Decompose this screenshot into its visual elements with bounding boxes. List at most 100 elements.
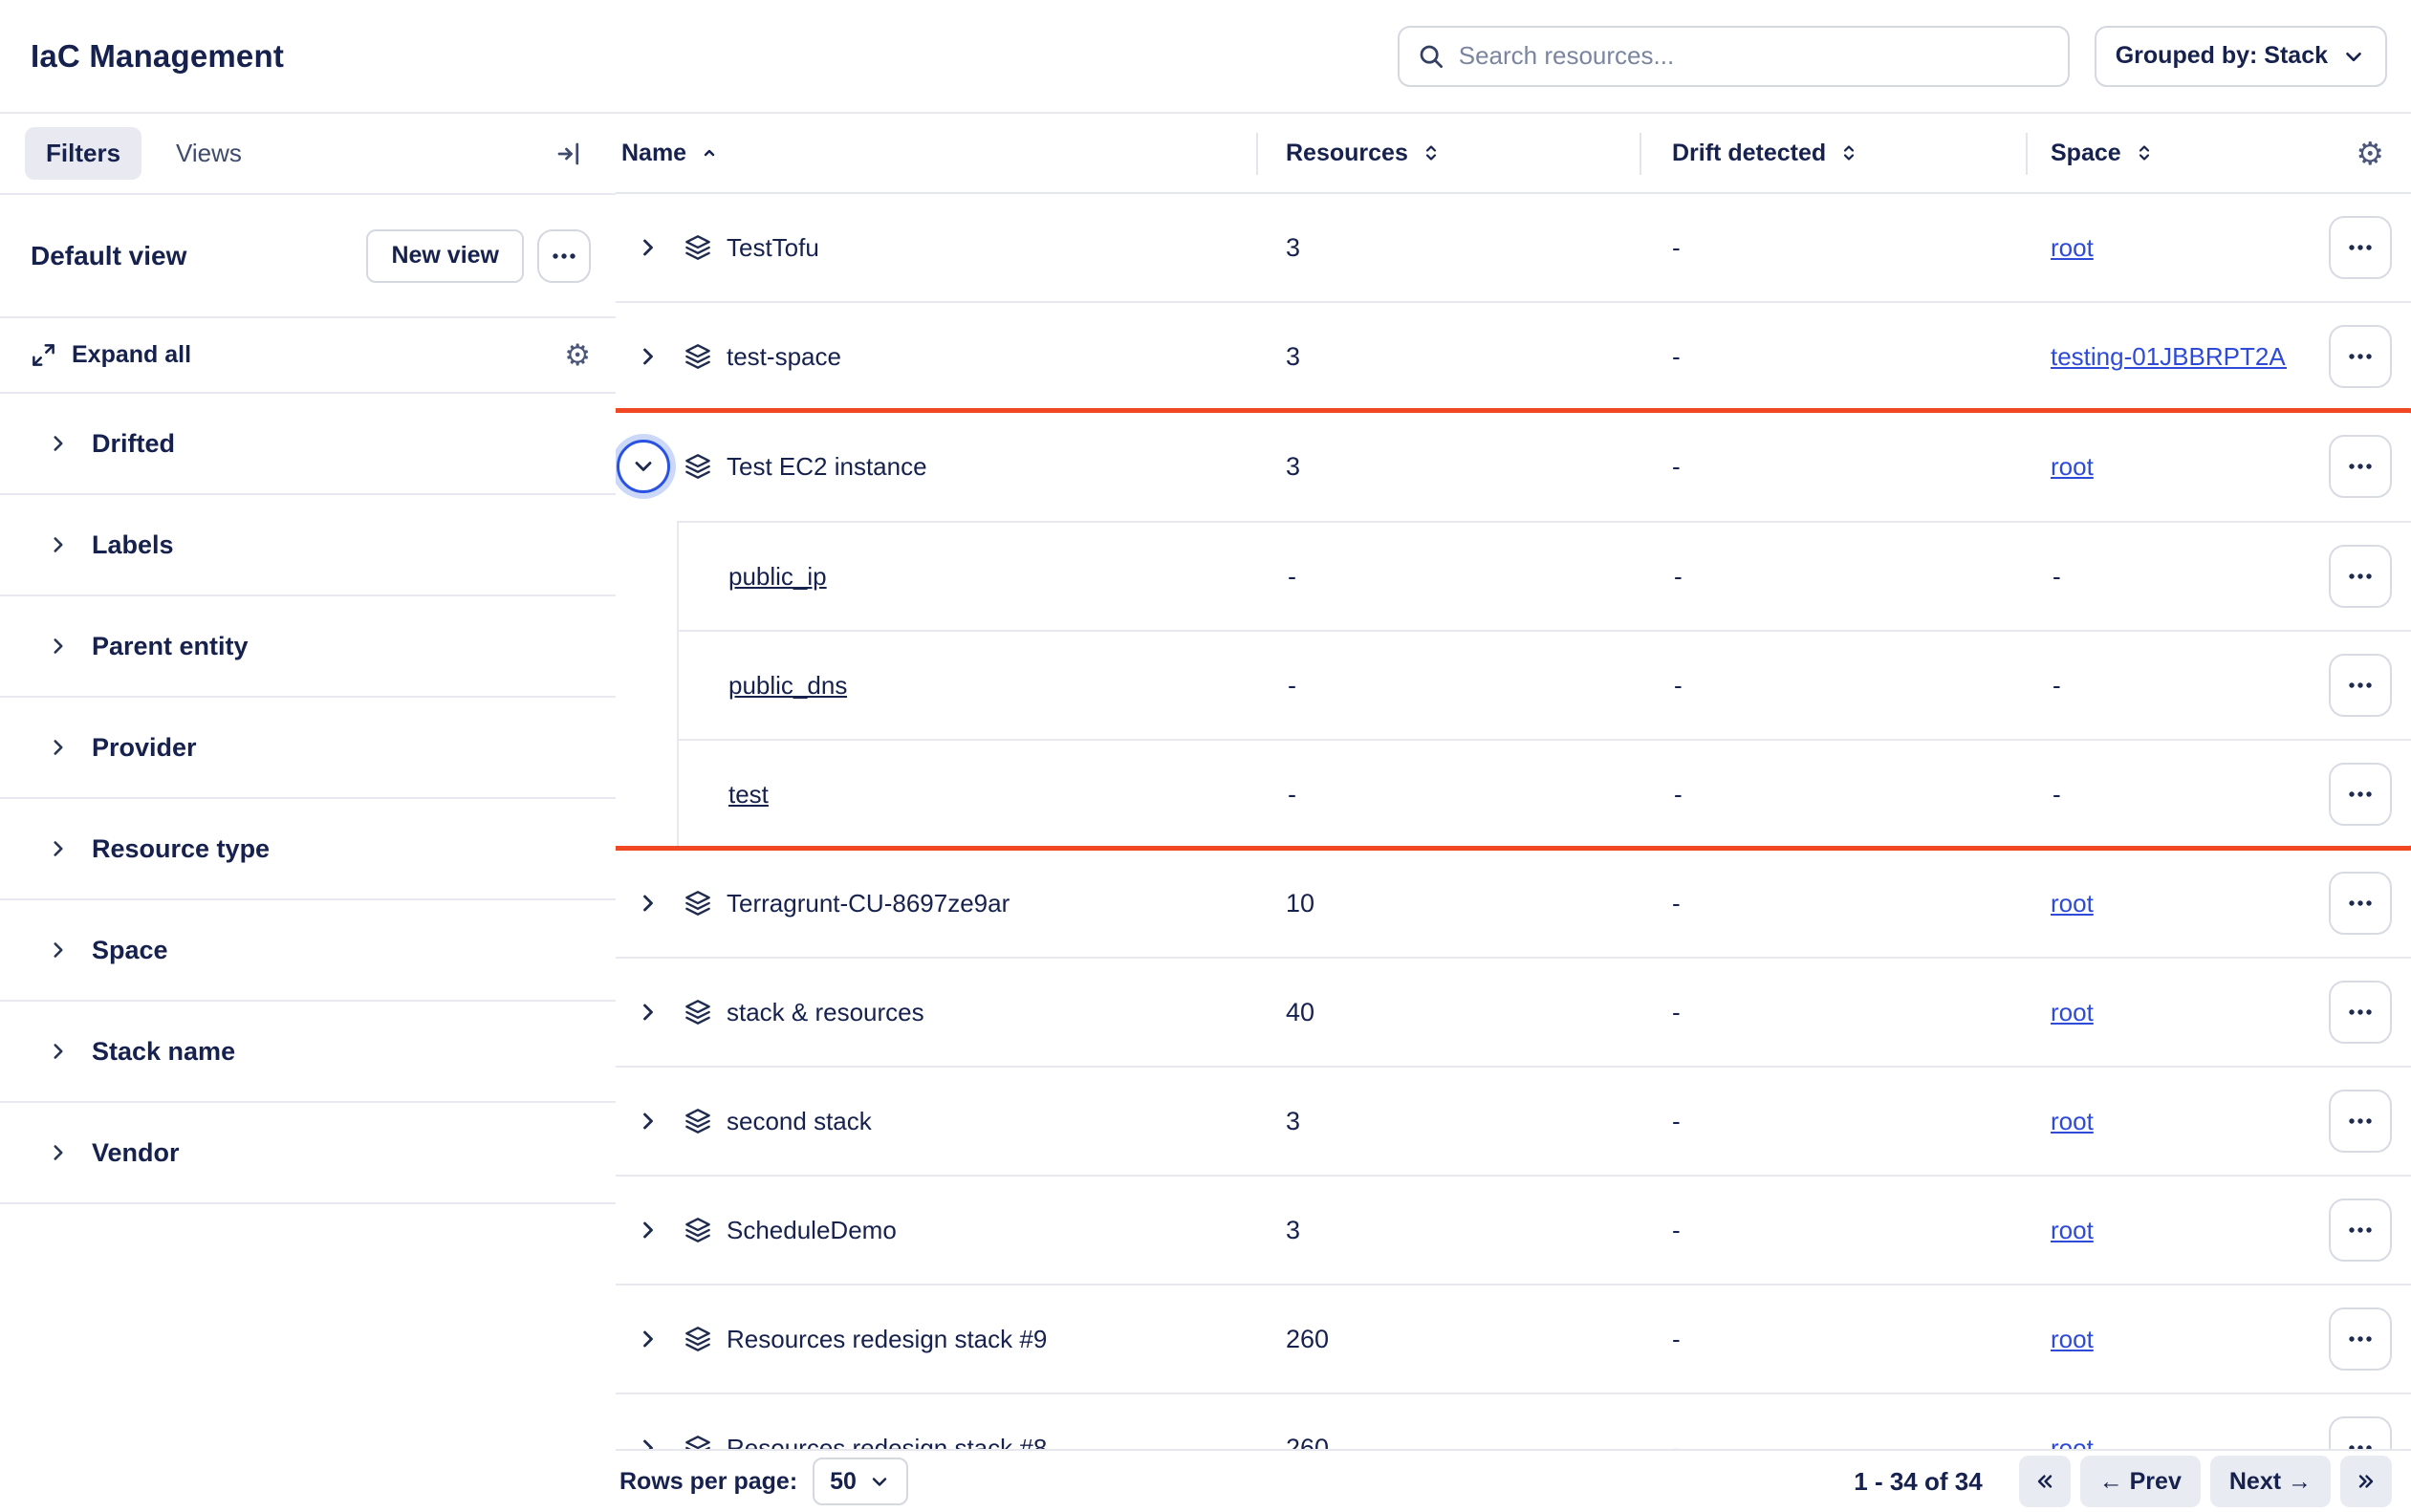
ellipsis-icon xyxy=(2346,233,2375,262)
row-actions-button[interactable] xyxy=(2329,216,2392,279)
resource-row: public_ip - - - xyxy=(679,521,2411,630)
row-actions-button[interactable] xyxy=(2329,1307,2392,1371)
last-page-button[interactable] xyxy=(2340,1456,2392,1507)
column-header-space[interactable]: Space xyxy=(2026,140,2287,167)
tab-filters[interactable]: Filters xyxy=(25,127,141,180)
view-options-button[interactable] xyxy=(537,229,591,283)
column-header-drift-detected[interactable]: Drift detected xyxy=(1640,140,2026,167)
chevron-slot xyxy=(631,230,665,265)
drift-cell: - xyxy=(1640,452,2026,482)
filter-section-resource-type[interactable]: Resource type xyxy=(0,799,616,900)
expand-row-button[interactable] xyxy=(631,1322,665,1356)
view-actions: New view xyxy=(366,229,591,283)
resources-table-panel: Name Resources Drift detected Space ⚙ xyxy=(616,114,2411,1512)
resources-cell: - xyxy=(1258,562,1641,592)
row-name: Resources redesign stack #8 xyxy=(727,1434,1047,1450)
actions-cell xyxy=(2287,216,2392,279)
next-page-button[interactable]: Next → xyxy=(2210,1456,2331,1507)
table-row: Resources redesign stack #8 260 - root xyxy=(616,1394,2411,1449)
expand-row-button[interactable] xyxy=(631,886,665,920)
resource-name-link[interactable]: public_dns xyxy=(728,671,847,701)
filter-section-space[interactable]: Space xyxy=(0,900,616,1002)
resource-row: test - - - xyxy=(679,739,2411,848)
prev-page-button[interactable]: ← Prev xyxy=(2080,1456,2201,1507)
chevron-right-icon xyxy=(635,999,662,1026)
row-actions-button[interactable] xyxy=(2329,545,2392,608)
expand-row-button[interactable] xyxy=(631,1104,665,1138)
filter-list: Drifted Labels Parent entity Provider Re… xyxy=(0,394,616,1204)
pagination-footer: Rows per page: 50 1 - 34 of 34 ← Prev Ne… xyxy=(616,1449,2411,1512)
row-actions-button[interactable] xyxy=(2329,1416,2392,1449)
space-link[interactable]: root xyxy=(2051,233,2094,262)
space-link[interactable]: root xyxy=(2051,889,2094,918)
actions-cell xyxy=(2287,872,2392,935)
space-link[interactable]: root xyxy=(2051,998,2094,1026)
search-input[interactable] xyxy=(1459,41,2051,71)
resources-cell: 3 xyxy=(1256,1107,1640,1136)
expand-row-button[interactable] xyxy=(631,339,665,374)
first-page-button[interactable] xyxy=(2019,1456,2071,1507)
expand-row-button[interactable] xyxy=(631,1431,665,1449)
rows-per-page-select[interactable]: 50 xyxy=(813,1458,908,1505)
expand-row-button[interactable] xyxy=(631,230,665,265)
resource-name-link[interactable]: public_ip xyxy=(728,562,827,592)
ellipsis-icon xyxy=(2346,452,2375,481)
space-link[interactable]: root xyxy=(2051,1434,2094,1450)
row-actions-button[interactable] xyxy=(2329,763,2392,826)
double-chevron-left-icon xyxy=(2032,1469,2057,1494)
expand-row-button[interactable] xyxy=(631,1213,665,1247)
table-settings-icon[interactable]: ⚙ xyxy=(2356,138,2384,169)
actions-cell xyxy=(2287,981,2392,1044)
expand-all-label[interactable]: Expand all xyxy=(72,341,191,369)
space-link[interactable]: root xyxy=(2051,1107,2094,1135)
filter-label: Parent entity xyxy=(92,632,249,661)
stack-icon xyxy=(684,234,711,261)
name-cell: Resources redesign stack #9 xyxy=(616,1322,1256,1356)
expand-row-button[interactable] xyxy=(631,995,665,1029)
space-link[interactable]: root xyxy=(2051,452,2094,481)
expand-all-icon[interactable] xyxy=(31,342,56,368)
row-actions-button[interactable] xyxy=(2329,325,2392,388)
new-view-button[interactable]: New view xyxy=(366,229,524,283)
filter-label: Vendor xyxy=(92,1138,180,1168)
sort-both-icon xyxy=(1420,141,1443,164)
filter-section-provider[interactable]: Provider xyxy=(0,698,616,799)
filter-section-vendor[interactable]: Vendor xyxy=(0,1103,616,1204)
row-name: Test EC2 instance xyxy=(727,452,927,482)
row-actions-button[interactable] xyxy=(2329,1199,2392,1262)
row-actions-button[interactable] xyxy=(2329,435,2392,498)
collapse-sidebar-button[interactable] xyxy=(547,132,591,176)
row-actions-button[interactable] xyxy=(2329,872,2392,935)
top-header: IaC Management Grouped by: Stack xyxy=(0,0,2411,114)
space-link[interactable]: testing-01JBBRPT2AN xyxy=(2051,342,2287,371)
row-actions-button[interactable] xyxy=(2329,1090,2392,1153)
ellipsis-icon xyxy=(2346,671,2375,700)
search-icon xyxy=(1417,42,1445,71)
filter-section-parent-entity[interactable]: Parent entity xyxy=(0,596,616,698)
filters-sidebar: Filters Views Default view New view Expa… xyxy=(0,114,616,1512)
row-actions-button[interactable] xyxy=(2329,981,2392,1044)
tab-views[interactable]: Views xyxy=(155,127,263,180)
current-view-row: Default view New view xyxy=(0,195,616,318)
space-link[interactable]: root xyxy=(2051,1216,2094,1244)
filter-section-stack-name[interactable]: Stack name xyxy=(0,1002,616,1103)
column-header-name[interactable]: Name xyxy=(616,140,1256,167)
chevron-right-icon xyxy=(635,890,662,917)
space-link[interactable]: root xyxy=(2051,1325,2094,1353)
row-actions-button[interactable] xyxy=(2329,654,2392,717)
filters-settings-icon[interactable]: ⚙ xyxy=(564,340,591,370)
row-name: test-space xyxy=(727,342,841,372)
stack-icon xyxy=(684,1217,711,1243)
resources-cell: 3 xyxy=(1256,452,1640,482)
resource-name-link[interactable]: test xyxy=(728,780,769,810)
grouped-by-dropdown[interactable]: Grouped by: Stack xyxy=(2095,26,2387,87)
space-value: - xyxy=(2053,780,2061,809)
collapse-row-button[interactable] xyxy=(617,440,670,493)
filter-section-labels[interactable]: Labels xyxy=(0,495,616,596)
column-divider xyxy=(1640,133,1641,175)
filter-section-drifted[interactable]: Drifted xyxy=(0,394,616,495)
chevron-slot xyxy=(631,1431,665,1449)
chevron-right-icon xyxy=(635,1108,662,1134)
column-header-resources[interactable]: Resources xyxy=(1256,140,1640,167)
ellipsis-icon xyxy=(2346,1216,2375,1244)
